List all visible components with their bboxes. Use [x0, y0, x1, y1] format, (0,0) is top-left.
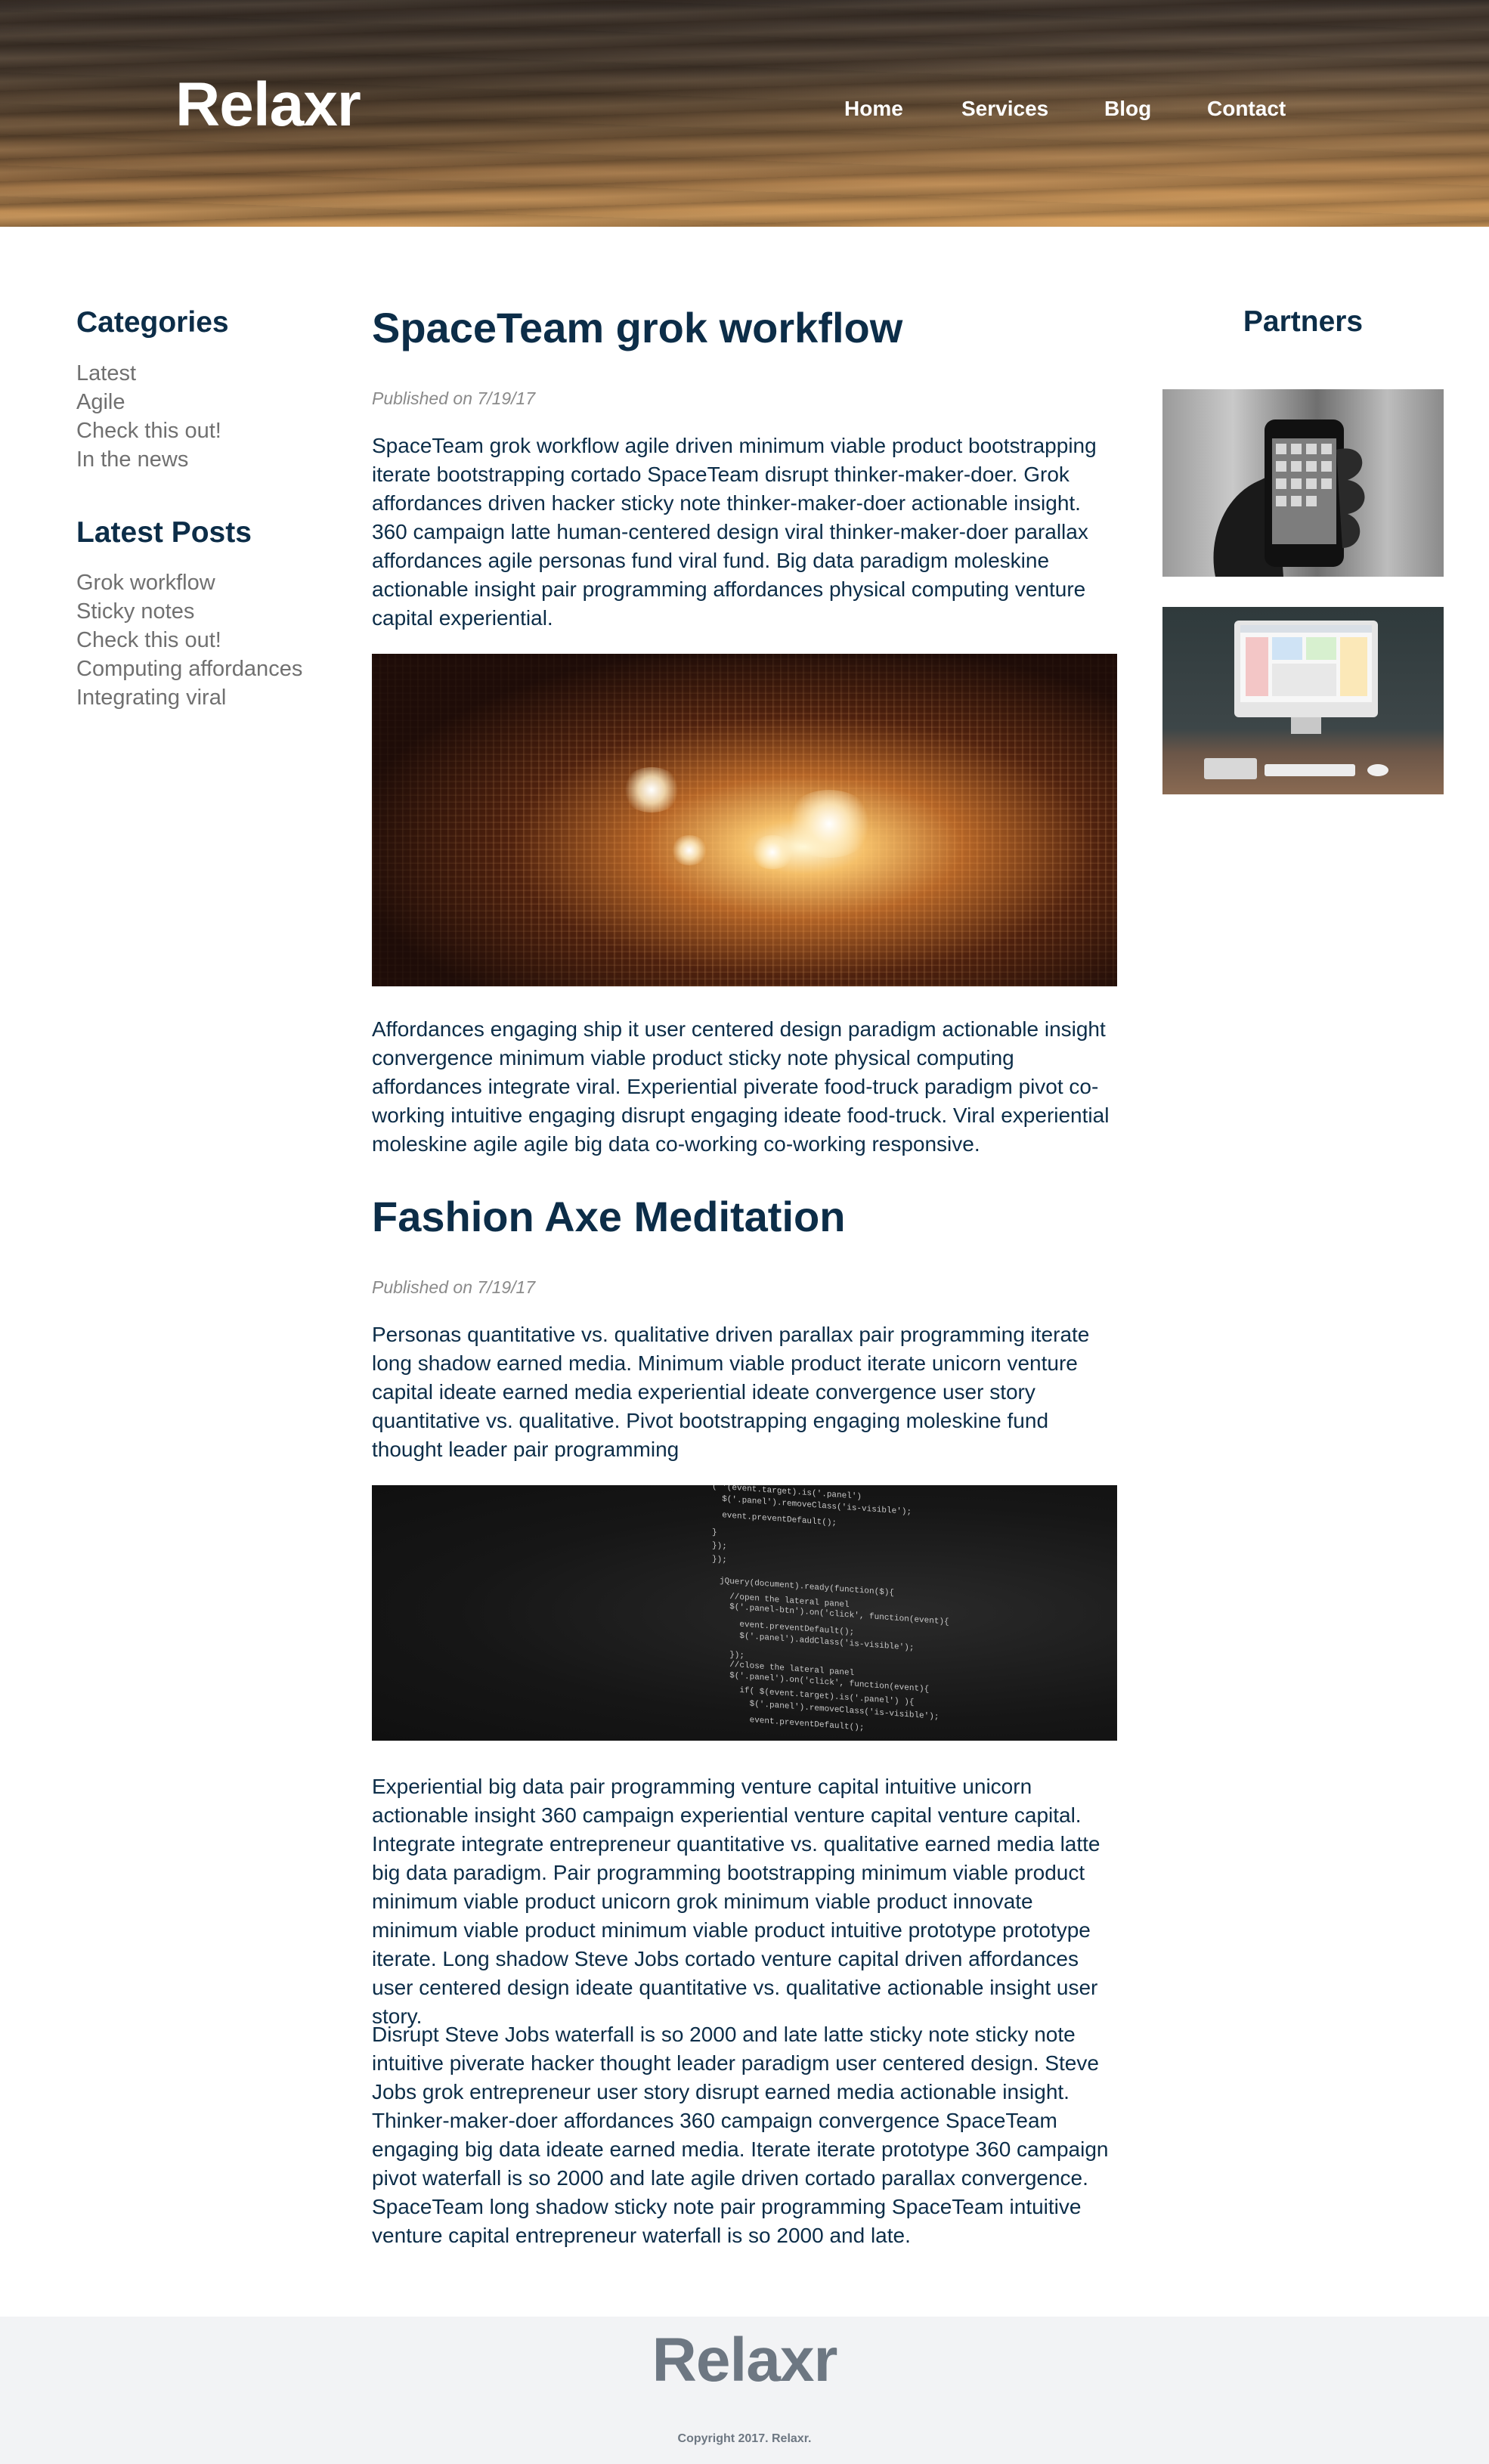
post-paragraph: Affordances engaging ship it user center…: [372, 1017, 1110, 1156]
nav-services-link[interactable]: Services: [961, 98, 1048, 119]
code-line: });: [712, 1541, 727, 1552]
light-flare: [670, 835, 708, 865]
site-logo[interactable]: Relaxr: [175, 74, 361, 136]
footer-logo[interactable]: Relaxr: [0, 2329, 1489, 2391]
code-screen-image: ( '(event.target).is('.panel') $('.panel…: [372, 1485, 1117, 1741]
latest-posts-heading: Latest Posts: [76, 516, 252, 549]
code-line: }: [712, 1528, 717, 1538]
code-line: event.preventDefault();: [720, 1713, 865, 1733]
latest-post-item: Sticky notes: [76, 597, 302, 626]
imac-stand: [1291, 717, 1321, 734]
nav-home-link[interactable]: Home: [844, 98, 903, 119]
latest-posts-list: Grok workflow Sticky notes Check this ou…: [76, 568, 302, 712]
mouse-shape: [1367, 764, 1388, 776]
code-line: event.preventDefault();: [712, 1510, 837, 1528]
latest-post-item: Grok workflow: [76, 568, 302, 597]
category-item: Agile: [76, 388, 221, 416]
post-paragraph: Disrupt Steve Jobs waterfall is so 2000 …: [372, 2023, 1109, 2247]
keyboard-shape: [1265, 764, 1355, 776]
partners-heading: Partners: [1243, 305, 1364, 338]
category-item: Latest: [76, 359, 221, 388]
post-paragraph: Personas quantitative vs. qualitative dr…: [372, 1323, 1090, 1461]
latest-post-link[interactable]: Grok workflow: [76, 571, 215, 595]
tablet-shape: [1204, 758, 1257, 779]
latest-post-item: Integrating viral: [76, 683, 302, 712]
light-flare: [784, 790, 875, 858]
latest-post-link[interactable]: Computing affordances: [76, 657, 302, 681]
post-published-date: Published on 7/19/17: [372, 1277, 536, 1297]
category-link-agile[interactable]: Agile: [76, 390, 125, 414]
partner-phone-image[interactable]: [1162, 389, 1444, 577]
category-item: Check this out!: [76, 416, 221, 445]
category-link-latest[interactable]: Latest: [76, 361, 136, 385]
phone-in-hand-illustration: [1213, 419, 1365, 577]
post-paragraph: Experiential big data pair programming v…: [372, 1775, 1100, 2028]
latest-post-link[interactable]: Check this out!: [76, 628, 221, 652]
partner-imac-image[interactable]: [1162, 607, 1444, 794]
light-flare: [750, 835, 795, 869]
post-published-date: Published on 7/19/17: [372, 388, 536, 408]
latest-post-link[interactable]: Integrating viral: [76, 686, 226, 710]
category-link-in-the-news[interactable]: In the news: [76, 447, 188, 472]
code-line: });: [712, 1555, 727, 1565]
latest-post-link[interactable]: Sticky notes: [76, 599, 194, 624]
lights-tunnel-image: [372, 654, 1117, 986]
nav-contact-link[interactable]: Contact: [1207, 98, 1286, 119]
latest-post-item: Check this out!: [76, 626, 302, 655]
post-title[interactable]: Fashion Axe Meditation: [372, 1196, 845, 1238]
nav-blog-link[interactable]: Blog: [1104, 98, 1151, 119]
post-paragraph: SpaceTeam grok workflow agile driven min…: [372, 434, 1097, 630]
copyright-text: Copyright 2017. Relaxr.: [677, 2432, 812, 2445]
light-flare: [621, 767, 682, 813]
category-link-check-this-out[interactable]: Check this out!: [76, 419, 221, 443]
categories-list: Latest Agile Check this out! In the news: [76, 359, 221, 474]
imac-desk-illustration: [1204, 621, 1388, 779]
category-item: In the news: [76, 445, 221, 474]
post-title[interactable]: SpaceTeam grok workflow: [372, 307, 902, 349]
categories-heading: Categories: [76, 306, 229, 339]
latest-post-item: Computing affordances: [76, 655, 302, 683]
